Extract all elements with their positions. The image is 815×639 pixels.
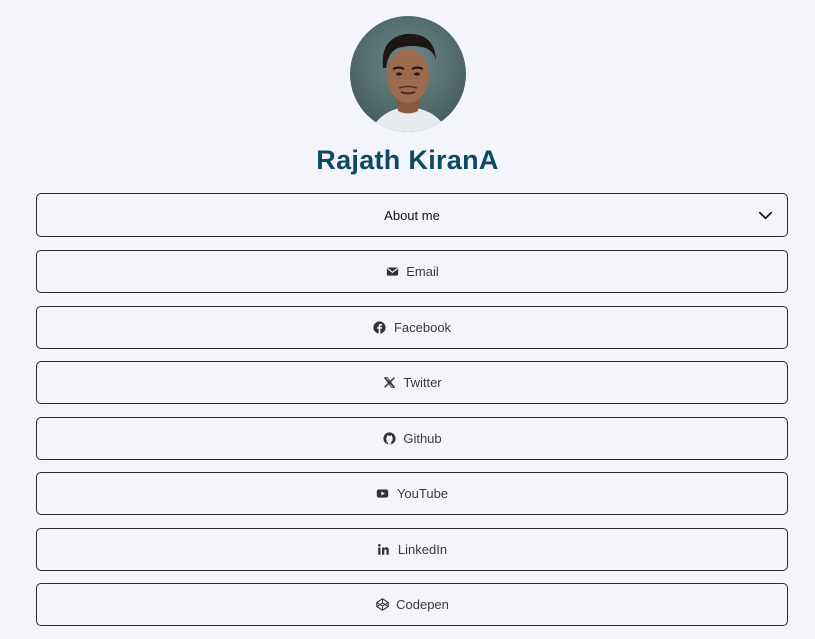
- page-scrollbar[interactable]: [807, 0, 815, 603]
- envelope-icon: [385, 265, 399, 279]
- youtube-link[interactable]: YouTube: [36, 472, 788, 515]
- twitter-link[interactable]: Twitter: [36, 361, 788, 404]
- facebook-label: Facebook: [393, 319, 452, 335]
- codepen-label: Codepen: [396, 597, 449, 612]
- linkedin-label: LinkedIn: [397, 541, 448, 557]
- github-icon: [382, 431, 396, 445]
- links-list: About me Email Facebook Twitter Github Y…: [36, 193, 788, 639]
- facebook-link[interactable]: Facebook: [36, 305, 788, 349]
- x-logo-icon: [382, 376, 396, 390]
- email-label: Email: [406, 264, 439, 279]
- youtube-label: YouTube: [396, 486, 449, 501]
- github-label: Github: [403, 430, 442, 446]
- avatar: [349, 16, 466, 132]
- about-me-toggle[interactable]: About me: [36, 193, 788, 237]
- codepen-link[interactable]: Codepen: [36, 583, 788, 626]
- codepen-icon: [375, 598, 389, 612]
- email-link[interactable]: Email: [36, 250, 788, 293]
- twitter-label: Twitter: [403, 375, 442, 390]
- github-link[interactable]: Github: [36, 416, 788, 460]
- linkedin-link[interactable]: LinkedIn: [36, 527, 788, 571]
- youtube-icon: [376, 487, 390, 501]
- about-me-label: About me: [384, 207, 440, 223]
- profile-header: Rajath KiranA: [0, 16, 815, 177]
- profile-name: Rajath KiranA: [316, 145, 499, 175]
- chevron-down-icon: [758, 211, 773, 220]
- linkedin-icon: [377, 542, 391, 556]
- facebook-icon: [373, 320, 387, 334]
